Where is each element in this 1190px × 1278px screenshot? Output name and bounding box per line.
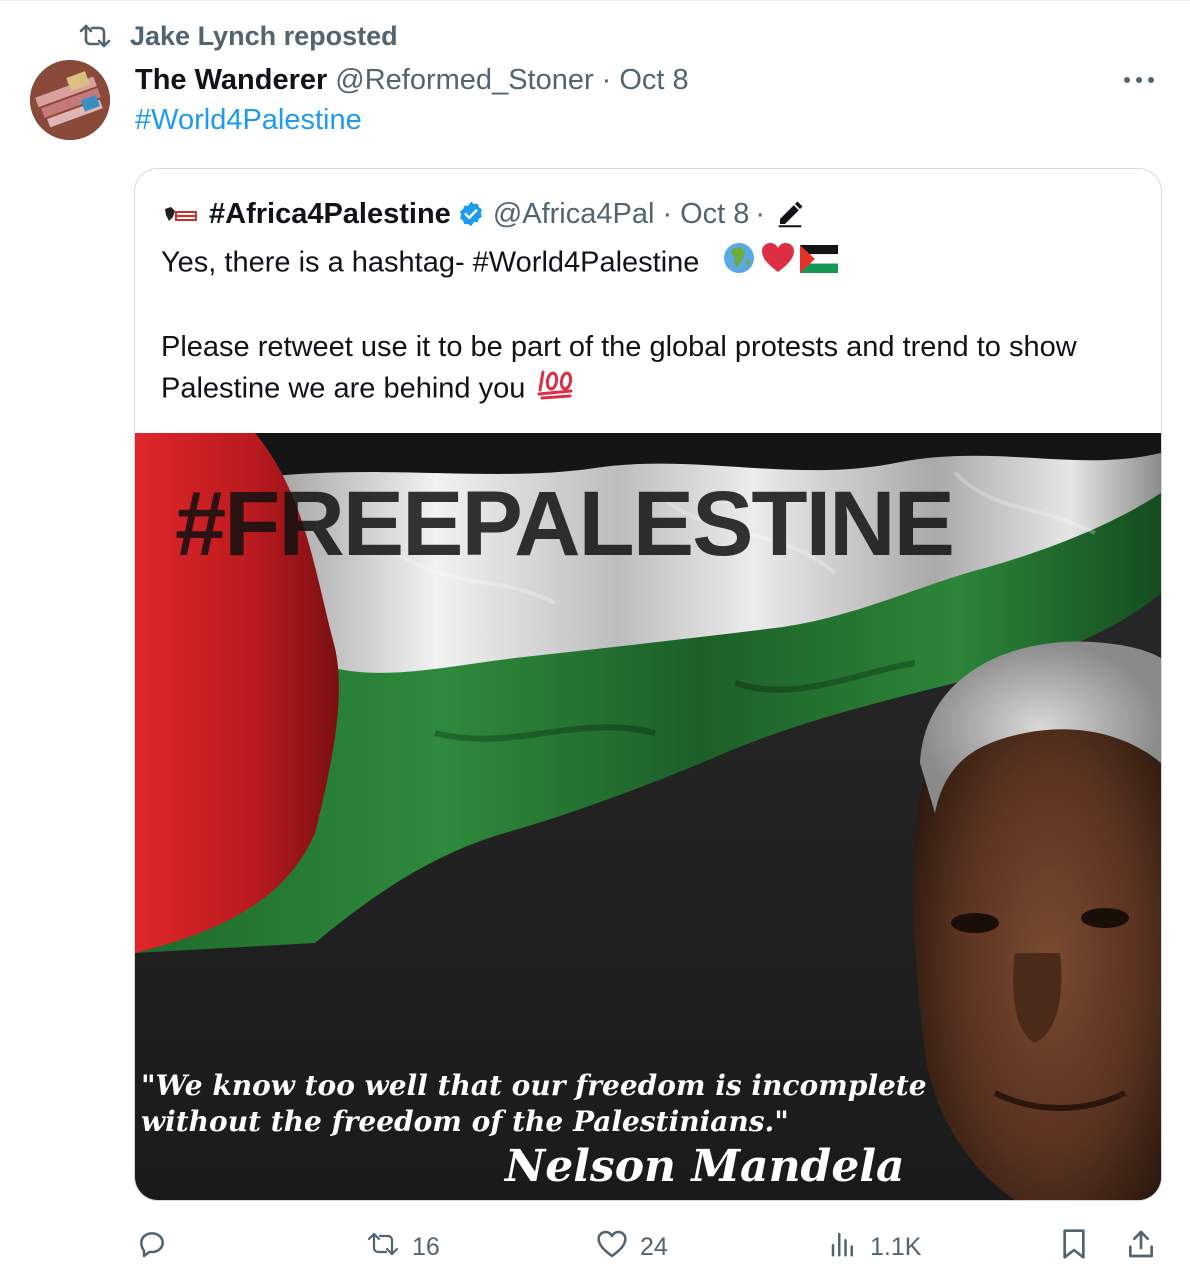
like-count: 24 xyxy=(640,1232,668,1261)
image-headline: #FREEPALESTINE xyxy=(175,473,953,575)
post-header: The Wanderer @Reformed_Stoner · Oct 8 xyxy=(135,60,689,100)
globe-africa-icon xyxy=(722,241,756,287)
quoted-post[interactable]: #Africa4Palestine @Africa4Pal · Oct 8 · … xyxy=(134,168,1162,1201)
bookmark-button[interactable] xyxy=(1060,1222,1088,1272)
quote-avatar[interactable] xyxy=(163,202,199,227)
separator: · xyxy=(755,197,766,230)
share-button[interactable] xyxy=(1126,1222,1156,1272)
repost-icon xyxy=(366,1230,400,1265)
quote-line-2: Please retweet use it to be part of the … xyxy=(161,331,1077,405)
quote-body: Yes, there is a hashtag- #World4Palestin… xyxy=(161,241,1121,412)
separator: · xyxy=(601,63,612,96)
repost-label: Jake Lynch reposted xyxy=(130,20,398,51)
separator: · xyxy=(662,197,673,230)
more-icon xyxy=(1122,71,1156,89)
views-icon xyxy=(828,1229,858,1266)
more-options-button[interactable] xyxy=(1118,62,1160,98)
quote-line-1: Yes, there is a hashtag- #World4Palestin… xyxy=(161,246,700,279)
image-attribution: Nelson Mandela xyxy=(503,1141,905,1192)
palestine-flag-icon xyxy=(799,244,838,285)
heart-icon xyxy=(596,1229,628,1266)
top-divider xyxy=(0,0,1190,1)
repost-icon xyxy=(76,21,114,51)
quote-image[interactable]: #FREEPALESTINE "We know too well that ou… xyxy=(135,433,1161,1200)
quote-date[interactable]: Oct 8 xyxy=(680,198,749,231)
views-button[interactable]: 1.1K xyxy=(828,1222,921,1272)
quote-header: #Africa4Palestine @Africa4Pal · Oct 8 · xyxy=(163,197,805,231)
share-icon xyxy=(1126,1228,1156,1267)
action-bar: 16 24 1.1K xyxy=(0,1222,1190,1272)
bookmark-icon xyxy=(1060,1228,1088,1267)
image-quote-line-1: "We know too well that our freedom is in… xyxy=(141,1069,927,1102)
reply-icon xyxy=(136,1228,168,1267)
like-button[interactable]: 24 xyxy=(596,1222,668,1272)
quote-author-name[interactable]: #Africa4Palestine xyxy=(209,198,451,231)
repost-count: 16 xyxy=(412,1232,440,1261)
views-count: 1.1K xyxy=(870,1232,922,1261)
post-hashtag[interactable]: #World4Palestine xyxy=(135,104,362,137)
repost-context[interactable]: Jake Lynch reposted xyxy=(76,18,398,54)
author-name[interactable]: The Wanderer xyxy=(135,64,327,97)
post-date[interactable]: Oct 8 xyxy=(619,64,688,97)
avatar[interactable] xyxy=(30,60,110,140)
verified-badge-icon xyxy=(457,200,485,228)
reply-button[interactable] xyxy=(136,1222,168,1272)
repost-button[interactable]: 16 xyxy=(366,1222,440,1272)
image-quote-line-2: without the freedom of the Palestinians.… xyxy=(141,1105,789,1138)
hundred-points-icon xyxy=(537,368,575,412)
edited-pencil-icon xyxy=(775,199,805,229)
quote-author-handle[interactable]: @Africa4Pal xyxy=(493,198,655,231)
author-handle[interactable]: @Reformed_Stoner xyxy=(335,64,593,97)
red-heart-icon xyxy=(760,242,796,286)
portrait xyxy=(913,641,1161,1200)
